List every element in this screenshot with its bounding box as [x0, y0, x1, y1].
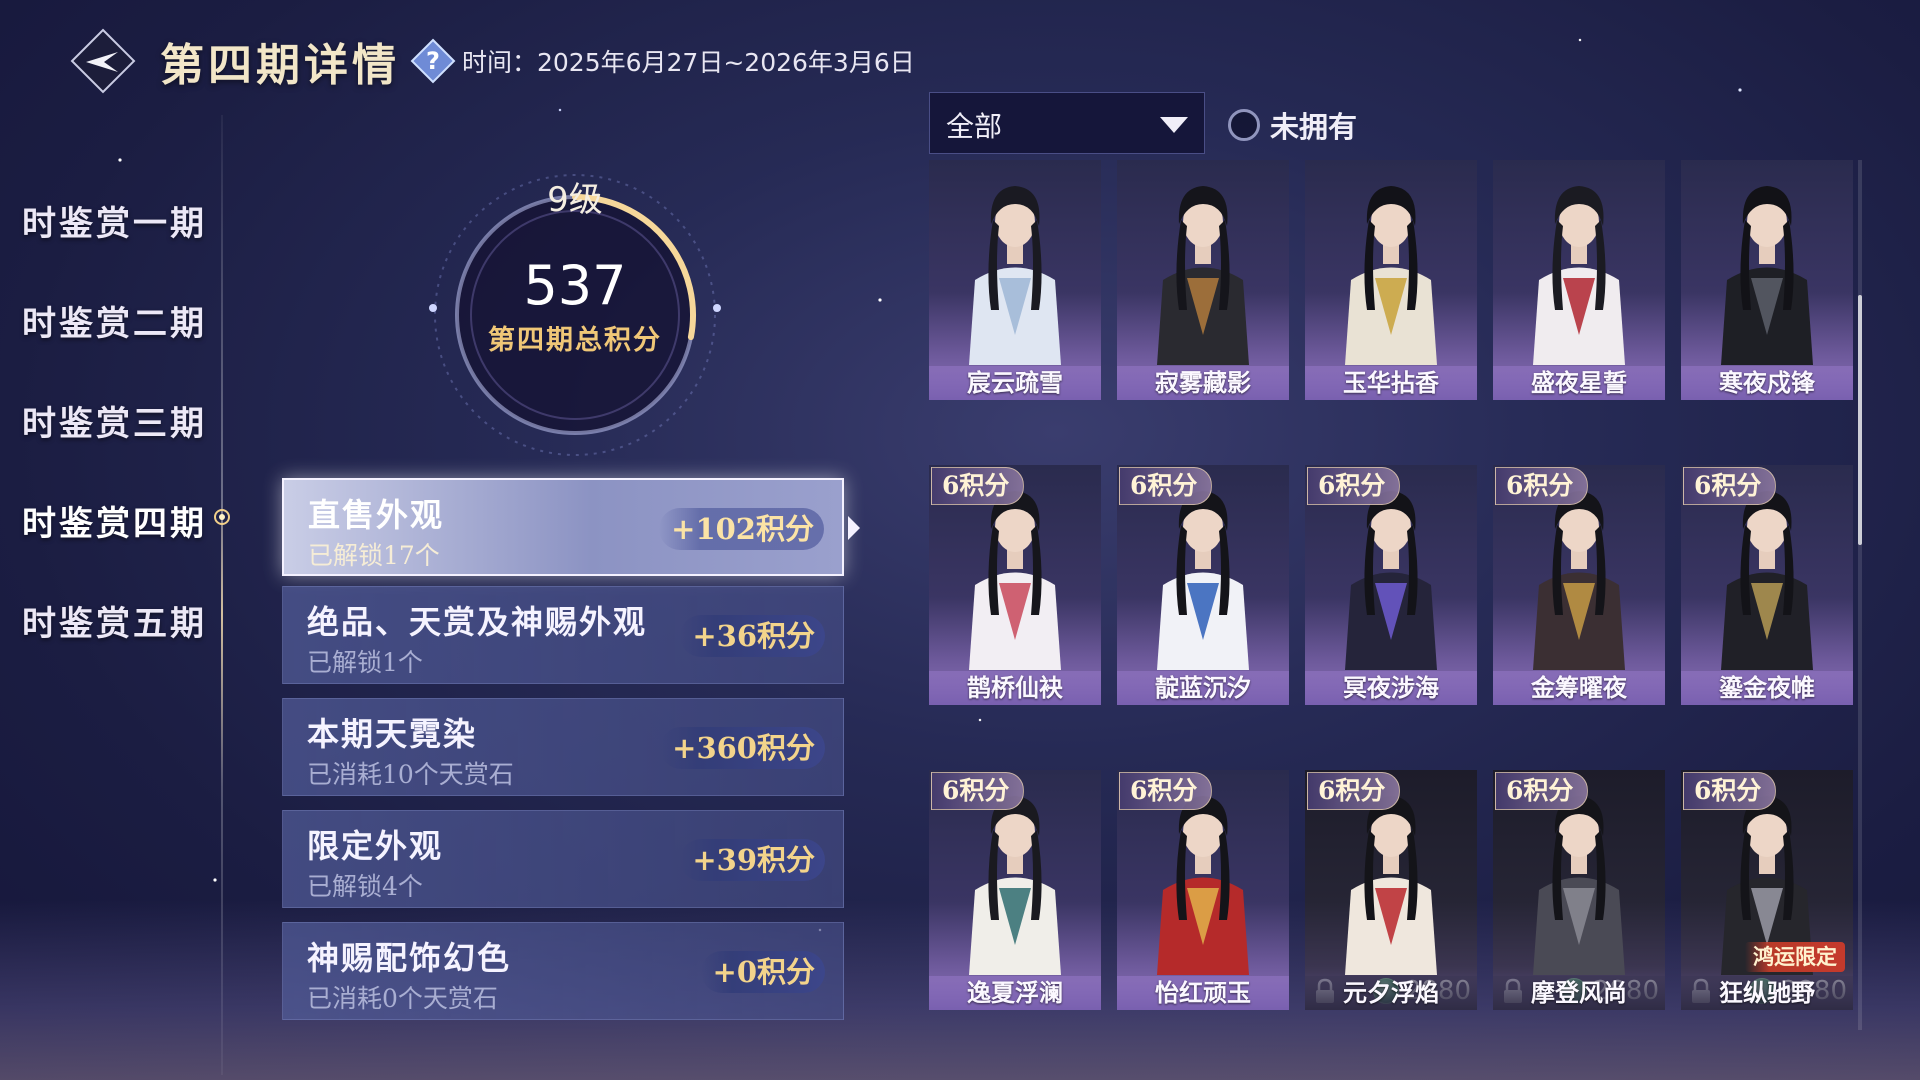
category-points: +36积分 [680, 615, 825, 657]
outfit-grid: 宸云疏雪 寂雾藏影 玉华拈香 盛夜星誓 寒夜戍锋 6积分 鹊桥仙袂 6积分 靛蓝沉汐 6积分 冥夜涉… [929, 160, 1857, 1030]
filter-selected-value: 全部 [946, 110, 1003, 143]
points-tag: 6积分 [1495, 772, 1589, 810]
points-tag: 6积分 [1683, 467, 1777, 505]
outfit-name: 狂纵驰野 [1681, 976, 1853, 1010]
outfit-card[interactable]: 盛夜星誓 [1493, 160, 1665, 400]
outfit-card[interactable]: 6积分逸夏浮澜 [929, 770, 1101, 1010]
outfit-name: 鎏金夜帷 [1681, 671, 1853, 705]
svg-text:?: ? [426, 47, 440, 75]
category-points: +102积分 [659, 508, 824, 550]
character-portrait [1157, 186, 1249, 365]
back-button[interactable] [68, 26, 138, 96]
category-subtitle: 已消耗0个天赏石 [307, 984, 498, 1013]
outfit-name: 怡红顽玉 [1117, 976, 1289, 1010]
total-score-value: 537 [523, 254, 627, 317]
category-title: 神赐配饰幻色 [307, 939, 512, 977]
outfit-card[interactable]: 6积分鎏金夜帷 [1681, 465, 1853, 705]
character-portrait [1533, 186, 1625, 365]
character-portrait [1721, 186, 1813, 365]
question-icon: ? [410, 38, 456, 84]
level-label: 9级 [547, 180, 603, 220]
outfit-card[interactable]: 6积分2880元夕浮焰 [1305, 770, 1477, 1010]
category-dye[interactable]: 本期天霓染 已消耗10个天赏石 +360积分 [282, 698, 844, 796]
active-nav-marker-icon [214, 509, 230, 525]
back-arrow-icon [70, 28, 136, 94]
outfit-card[interactable]: 寂雾藏影 [1117, 160, 1289, 400]
character-portrait [1345, 186, 1437, 365]
points-tag: 6积分 [1683, 772, 1777, 810]
points-tag: 6积分 [1495, 467, 1589, 505]
nav-divider [221, 115, 223, 1075]
limited-tag: 鸿运限定 [1745, 942, 1845, 972]
outfit-name: 盛夜星誓 [1493, 366, 1665, 400]
outfit-name: 寂雾藏影 [1117, 366, 1289, 400]
character-portrait [969, 186, 1061, 365]
outfit-card[interactable]: 宸云疏雪 [929, 160, 1101, 400]
nav-item-period-1[interactable]: 时鉴赏一期 [22, 196, 207, 245]
category-subtitle: 已解锁4个 [307, 872, 423, 901]
outfit-name: 玉华拈香 [1305, 366, 1477, 400]
category-points: +360积分 [660, 727, 825, 769]
points-tag: 6积分 [931, 772, 1025, 810]
grid-scrollbar[interactable] [1858, 160, 1862, 1030]
help-button[interactable]: ? [410, 38, 456, 84]
header: 第四期详情 ? 时间：2025年6月27日~2026年3月6日 [68, 26, 915, 96]
category-points: +39积分 [680, 839, 825, 881]
points-tag: 6积分 [931, 467, 1025, 505]
outfit-name: 冥夜涉海 [1305, 671, 1477, 705]
outfit-card[interactable]: 寒夜戍锋 [1681, 160, 1853, 400]
chevron-down-icon [1160, 117, 1188, 133]
outfit-card[interactable]: 6积分鸿运限定2880狂纵驰野 [1681, 770, 1853, 1010]
outfit-name: 靛蓝沉汐 [1117, 671, 1289, 705]
category-subtitle: 已解锁17个 [308, 541, 440, 570]
category-points: +0积分 [700, 951, 825, 993]
outfit-name: 元夕浮焰 [1305, 976, 1477, 1010]
category-title: 限定外观 [307, 827, 444, 865]
category-limited-outfits[interactable]: 限定外观 已解锁4个 +39积分 [282, 810, 844, 908]
radio-icon [1228, 109, 1260, 141]
total-score-caption: 第四期总积分 [488, 325, 662, 356]
outfit-name: 寒夜戍锋 [1681, 366, 1853, 400]
filter-dropdown[interactable]: 全部 [929, 92, 1205, 154]
page-title: 第四期详情 [160, 40, 400, 91]
category-premium-outfits[interactable]: 绝品、天赏及神赐外观 已解锁1个 +36积分 [282, 586, 844, 684]
outfit-name: 金筹曜夜 [1493, 671, 1665, 705]
nav-item-period-3[interactable]: 时鉴赏三期 [22, 396, 207, 445]
outfit-name: 宸云疏雪 [929, 366, 1101, 400]
nav-item-period-5[interactable]: 时鉴赏五期 [22, 596, 207, 645]
unowned-toggle[interactable]: 未拥有 [1228, 104, 1357, 146]
category-title: 本期天霓染 [307, 715, 478, 753]
points-tag: 6积分 [1307, 467, 1401, 505]
outfit-card[interactable]: 6积分冥夜涉海 [1305, 465, 1477, 705]
outfit-card[interactable]: 玉华拈香 [1305, 160, 1477, 400]
outfit-card[interactable]: 6积分靛蓝沉汐 [1117, 465, 1289, 705]
nav-item-period-2[interactable]: 时鉴赏二期 [22, 296, 207, 345]
outfit-name: 鹊桥仙袂 [929, 671, 1101, 705]
outfit-card[interactable]: 6积分2880摩登风尚 [1493, 770, 1665, 1010]
grid-scroll-thumb[interactable] [1858, 295, 1862, 545]
category-title: 绝品、天赏及神赐外观 [307, 603, 648, 641]
points-tag: 6积分 [1119, 772, 1213, 810]
outfit-name: 逸夏浮澜 [929, 976, 1101, 1010]
category-subtitle: 已解锁1个 [307, 648, 423, 677]
outfit-card[interactable]: 6积分鹊桥仙袂 [929, 465, 1101, 705]
category-title: 直售外观 [308, 496, 445, 534]
category-accessory-colors[interactable]: 神赐配饰幻色 已消耗0个天赏石 +0积分 [282, 922, 844, 1020]
score-panel: 9级 537 第四期总积分 [420, 160, 730, 470]
unowned-toggle-label: 未拥有 [1270, 110, 1358, 144]
points-tag: 6积分 [1307, 772, 1401, 810]
time-range-label: 时间：2025年6月27日~2026年3月6日 [462, 48, 915, 77]
outfit-card[interactable]: 6积分怡红顽玉 [1117, 770, 1289, 1010]
outfit-name: 摩登风尚 [1493, 976, 1665, 1010]
category-direct-sale[interactable]: 直售外观 已解锁17个 +102积分 [282, 478, 860, 576]
points-tag: 6积分 [1119, 467, 1213, 505]
category-subtitle: 已消耗10个天赏石 [307, 760, 514, 789]
nav-item-period-4[interactable]: 时鉴赏四期 [22, 496, 207, 545]
selected-arrow-icon [848, 516, 860, 540]
outfit-card[interactable]: 6积分金筹曜夜 [1493, 465, 1665, 705]
